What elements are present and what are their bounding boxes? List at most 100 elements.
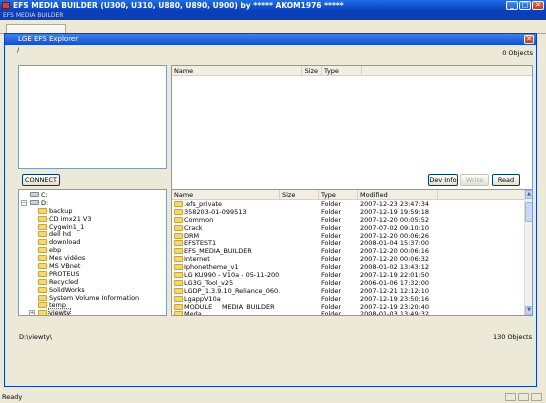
cell-text: .efs_private	[184, 200, 222, 208]
maximize-button[interactable]: □	[519, 1, 531, 10]
tree-item[interactable]: ebp	[19, 246, 166, 254]
list-item[interactable]: LGDP_1.3.9.10_Reliance_060... Folder 2007-…	[172, 287, 532, 295]
tree-item[interactable]: CD imx21 V3	[19, 215, 166, 223]
device-object-count: 0 Objects	[502, 49, 533, 57]
list-item[interactable]: MODULE___MEDIA_BUILDER Folder 2007-12-19 2…	[172, 302, 532, 311]
list-item[interactable]: LgappV10a Folder 2007-12-19 23:50:16	[172, 295, 532, 303]
cell-text: 2007-12-19 23:20:40	[360, 302, 430, 311]
tree-item-label: Cygwin1_1	[49, 222, 85, 231]
col-size[interactable]: Size	[280, 190, 319, 199]
tree-item[interactable]: Recycled	[19, 278, 166, 286]
connect-button[interactable]: CONNECT	[22, 174, 60, 186]
folder-icon	[38, 302, 47, 309]
cell-name: Iphonetheme_v1	[172, 263, 280, 271]
cell-size	[280, 208, 319, 216]
write-button[interactable]: Write	[460, 174, 489, 186]
device-tree-panel[interactable]	[18, 65, 167, 169]
cell-size	[280, 255, 319, 263]
list-item[interactable]: .efs_private Folder 2007-12-23 23:47:34	[172, 200, 532, 208]
cell-text: 2007-07-02 09:10:10	[360, 223, 430, 232]
cell-text: 2007-12-19 23:50:16	[360, 294, 430, 303]
cell-modified: 2008-01-04 15:37:00	[358, 239, 438, 247]
cell-type: Folder	[319, 310, 358, 315]
tree-item[interactable]: MS VBnet	[19, 262, 166, 270]
list-item[interactable]: Crack Folder 2007-07-02 09:10:10	[172, 224, 532, 232]
col-name[interactable]: Name	[172, 190, 280, 199]
background-toolbar	[0, 20, 546, 34]
minimize-button[interactable]: _	[506, 1, 518, 10]
close-button[interactable]: ✕	[532, 1, 544, 10]
read-button[interactable]: Read	[492, 174, 520, 186]
list-item[interactable]: 358203-01-099513 Folder 2007-12-19 19:59:1…	[172, 208, 532, 216]
pc-file-list[interactable]: Name Size Type Modified .efs_private Fold…	[171, 189, 533, 316]
tree-item[interactable]: + viewty	[19, 308, 166, 315]
dialog-title: LGE EFS Explorer	[18, 35, 79, 43]
expand-icon[interactable]: +	[29, 310, 35, 315]
tree-item[interactable]: SolidWorks	[19, 286, 166, 294]
cell-name: LGDP_1.3.9.10_Reliance_060...	[172, 287, 280, 295]
cell-type: Folder	[319, 224, 358, 232]
status-cells	[505, 393, 542, 401]
cell-text: 2007-12-23 23:47:34	[360, 200, 430, 208]
col-type[interactable]: Type	[322, 66, 362, 75]
scroll-thumb[interactable]	[525, 202, 532, 222]
folder-icon	[174, 240, 183, 247]
cell-text: Crack	[184, 223, 203, 232]
tree-root: C: − D: backup CD imx21 V3 Cygwin1_1 dell hd do…	[19, 191, 166, 315]
dev-info-button[interactable]: Dev Info	[428, 174, 458, 186]
tree-item[interactable]: dell hd	[19, 230, 166, 238]
list-item[interactable]: LG KU990 - V10a - 05-11-200... Folder 2007…	[172, 271, 532, 279]
status-bar: Ready	[0, 391, 546, 403]
cell-text: LgappV10a	[184, 294, 221, 303]
list-item[interactable]: Iphonetheme_v1 Folder 2008-01-02 13:43:12	[172, 263, 532, 271]
cell-type: Folder	[319, 200, 358, 208]
col-modified[interactable]: Modified	[358, 190, 438, 199]
scroll-down-icon[interactable]: ▼	[525, 306, 532, 315]
cell-text: Folder	[321, 247, 342, 256]
dialog-close-button[interactable]: ✕	[524, 35, 534, 44]
folder-icon	[174, 216, 183, 223]
cell-text: 2008-01-04 15:37:00	[360, 239, 430, 248]
list-item[interactable]: Meda Folder 2008-01-03 13:49:32	[172, 310, 532, 315]
tree-item[interactable]: PROTEUS	[19, 270, 166, 278]
list-item[interactable]: LG3G_Tool_v25 Folder 2006-01-06 17:32:00	[172, 279, 532, 287]
cell-text: Folder	[321, 278, 342, 287]
tree-item[interactable]: System Volume Information	[19, 294, 166, 302]
cell-modified: 2007-12-21 12:12:10	[358, 287, 438, 295]
tree-item[interactable]: Mes vidéos	[19, 254, 166, 262]
cell-text: 358203-01-099513	[184, 207, 247, 216]
cell-modified: 2007-12-20 00:06:26	[358, 232, 438, 240]
list-item[interactable]: DRM Folder 2007-12-20 00:06:26	[172, 231, 532, 240]
pc-folder-tree[interactable]: C: − D: backup CD imx21 V3 Cygwin1_1 dell hd do…	[18, 189, 167, 316]
col-name[interactable]: Name	[172, 66, 302, 75]
tree-item[interactable]: temp	[19, 301, 166, 309]
cell-size	[280, 224, 319, 232]
cell-size	[280, 200, 319, 208]
tree-item[interactable]: − D:	[19, 199, 166, 207]
list-item[interactable]: EFS_MEDIA_BUILDER Folder 2007-12-20 00:06:…	[172, 247, 532, 255]
tree-item[interactable]: download	[19, 238, 166, 246]
tree-item-label: CD imx21 V3	[49, 214, 92, 223]
cell-type: Folder	[319, 287, 358, 295]
cell-type: Folder	[319, 271, 358, 279]
tree-item[interactable]: Cygwin1_1	[19, 223, 166, 231]
folder-icon	[174, 287, 183, 294]
cell-text: Folder	[321, 231, 342, 240]
col-type[interactable]: Type	[319, 190, 358, 199]
tree-item[interactable]: C:	[19, 191, 166, 199]
tree-item[interactable]: backup	[19, 207, 166, 215]
folder-icon	[174, 201, 183, 207]
window-controls: _ □ ✕	[506, 1, 544, 10]
list-scrollbar[interactable]: ▲ ▼	[524, 190, 532, 315]
list-item[interactable]: Internet Folder 2007-12-20 00:06:32	[172, 255, 532, 263]
list-item[interactable]: EFSTEST1 Folder 2008-01-04 15:37:00	[172, 239, 532, 247]
cell-text: LG3G_Tool_v25	[184, 278, 234, 287]
list-item[interactable]: Common Folder 2007-12-20 00:05:52	[172, 216, 532, 224]
cell-name: EFSTEST1	[172, 239, 280, 247]
col-size[interactable]: Size	[302, 66, 322, 75]
scroll-up-icon[interactable]: ▲	[525, 190, 532, 199]
folder-icon	[38, 215, 47, 222]
cell-modified: 2007-12-19 23:50:16	[358, 295, 438, 303]
cell-size	[280, 279, 319, 287]
collapse-icon[interactable]: −	[21, 199, 27, 206]
